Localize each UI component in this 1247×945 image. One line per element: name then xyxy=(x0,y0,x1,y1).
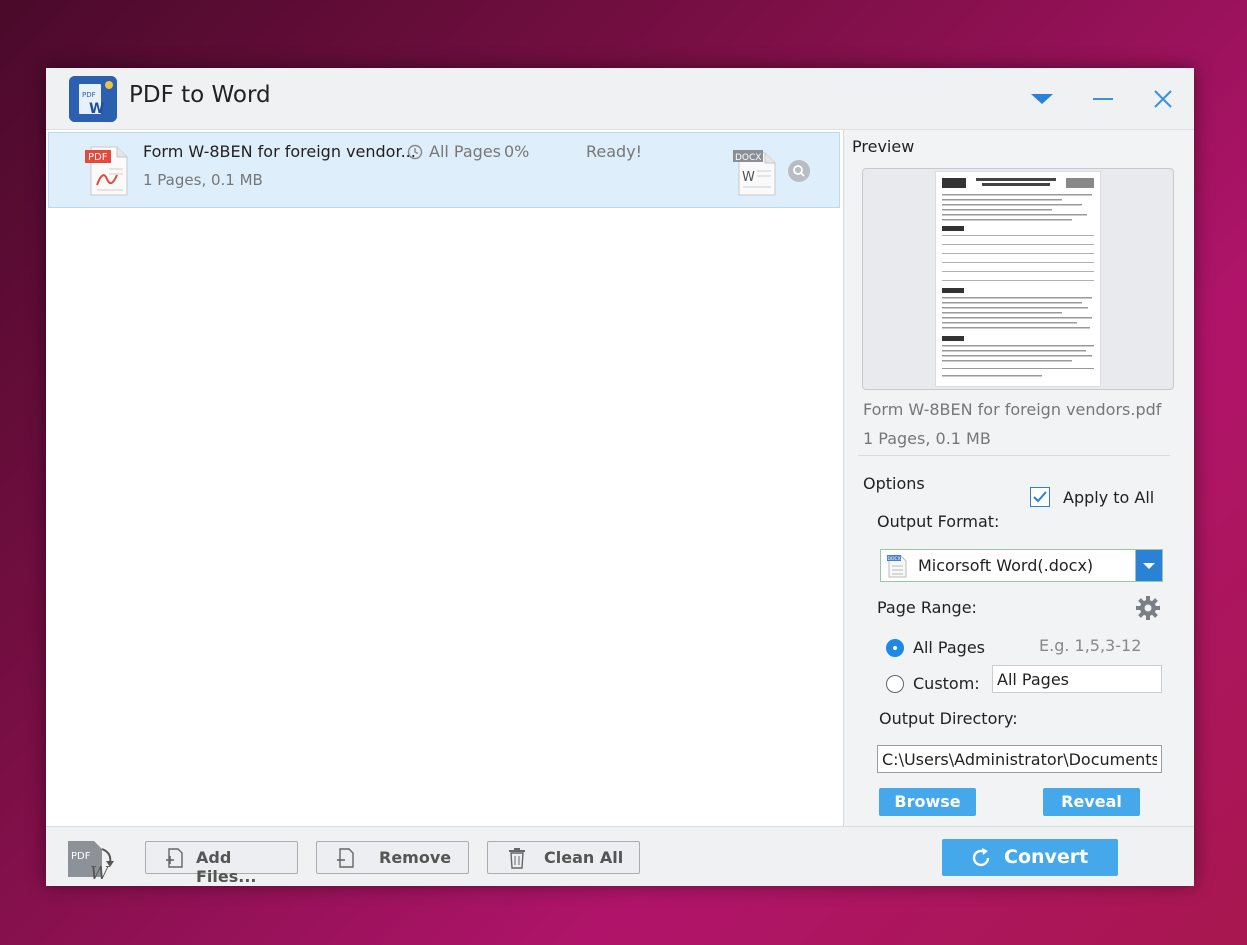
svg-text:DOCX: DOCX xyxy=(888,556,901,562)
title-bar: PDF W PDF to Word xyxy=(46,68,1194,130)
all-pages-label: All Pages xyxy=(913,638,985,657)
custom-pages-label: Custom: xyxy=(913,674,980,693)
output-directory-input[interactable] xyxy=(877,745,1162,773)
reveal-button[interactable]: Reveal xyxy=(1043,788,1140,816)
output-format-label: Output Format: xyxy=(877,512,1000,531)
apply-to-all-checkbox[interactable] xyxy=(1030,487,1050,507)
app-window: PDF W PDF to Word PDF Form W-8BEN for fo… xyxy=(46,68,1194,886)
pdf-file-icon: PDF xyxy=(85,145,129,197)
docx-format-icon: DOCX xyxy=(887,554,907,578)
file-list: PDF Form W-8BEN for foreign vendor... 1 … xyxy=(46,130,844,826)
preview-heading: Preview xyxy=(852,137,915,156)
file-status: Ready! xyxy=(586,142,643,161)
convert-button[interactable]: Convert xyxy=(942,839,1118,876)
clock-icon xyxy=(407,144,423,160)
pdf-to-word-logo-icon: PDF W xyxy=(66,835,118,884)
file-list-item[interactable]: PDF Form W-8BEN for foreign vendor... 1 … xyxy=(48,132,840,208)
page-range-hint: E.g. 1,5,3-12 xyxy=(1039,636,1142,655)
preview-search-button[interactable] xyxy=(787,159,811,183)
svg-text:DOCX: DOCX xyxy=(735,153,761,163)
convert-label: Convert xyxy=(1004,846,1089,868)
add-files-label: Add Files... xyxy=(196,848,257,886)
docx-output-icon: DOCX W xyxy=(733,149,777,197)
trash-icon xyxy=(509,848,525,869)
app-logo-icon: PDF W xyxy=(69,76,117,122)
menu-dropdown-button[interactable] xyxy=(1028,85,1056,113)
checkbox-checked-icon xyxy=(1030,487,1050,507)
svg-text:W: W xyxy=(90,863,110,881)
minimize-button[interactable] xyxy=(1089,85,1117,113)
dropdown-arrow-button[interactable] xyxy=(1135,550,1162,581)
divider xyxy=(858,455,1170,456)
bottom-toolbar: PDF W Add Files... Remove Clean All Conv… xyxy=(46,826,1194,886)
preview-file-meta: 1 Pages, 0.1 MB xyxy=(863,429,991,448)
close-icon xyxy=(1154,90,1172,108)
minimize-icon xyxy=(1093,98,1113,100)
page-range-settings-button[interactable] xyxy=(1134,594,1162,622)
svg-text:PDF: PDF xyxy=(88,152,108,163)
remove-button[interactable]: Remove xyxy=(316,841,469,874)
options-panel: Preview Form W-8BEN for foreign vendors.… xyxy=(844,130,1194,826)
svg-text:PDF: PDF xyxy=(82,91,96,99)
apply-to-all-label: Apply to All xyxy=(1063,488,1155,507)
refresh-icon xyxy=(972,848,990,867)
clean-all-button[interactable]: Clean All xyxy=(487,841,640,874)
preview-file-name: Form W-8BEN for foreign vendors.pdf xyxy=(863,400,1162,419)
custom-pages-radio[interactable] xyxy=(886,675,904,693)
output-format-value: Micorsoft Word(.docx) xyxy=(918,556,1094,575)
remove-label: Remove xyxy=(379,848,452,867)
close-button[interactable] xyxy=(1149,85,1177,113)
svg-text:W: W xyxy=(89,101,104,117)
page-range-label: Page Range: xyxy=(877,598,977,617)
chevron-down-icon xyxy=(1143,563,1155,569)
file-progress: 0% xyxy=(504,142,530,161)
add-file-icon xyxy=(166,848,183,868)
file-name: Form W-8BEN for foreign vendor... xyxy=(143,142,416,161)
app-title: PDF to Word xyxy=(129,82,271,108)
svg-text:PDF: PDF xyxy=(71,851,91,862)
file-page-range[interactable]: All Pages xyxy=(429,142,501,161)
add-files-button[interactable]: Add Files... xyxy=(145,841,298,886)
remove-file-icon xyxy=(337,848,354,868)
svg-text:W: W xyxy=(742,170,755,185)
custom-pages-input[interactable] xyxy=(992,665,1162,693)
options-heading: Options xyxy=(863,474,925,493)
output-directory-label: Output Directory: xyxy=(879,709,1018,728)
gear-icon xyxy=(1136,596,1160,620)
triangle-down-icon xyxy=(1031,94,1053,104)
clean-all-label: Clean All xyxy=(544,848,624,867)
magnifier-icon xyxy=(788,160,810,182)
preview-thumbnail xyxy=(935,171,1101,387)
all-pages-radio[interactable] xyxy=(886,639,904,657)
browse-button[interactable]: Browse xyxy=(879,788,976,816)
file-meta: 1 Pages, 0.1 MB xyxy=(143,171,263,189)
preview-frame xyxy=(862,168,1174,390)
output-format-select[interactable]: DOCX Micorsoft Word(.docx) xyxy=(880,549,1163,582)
